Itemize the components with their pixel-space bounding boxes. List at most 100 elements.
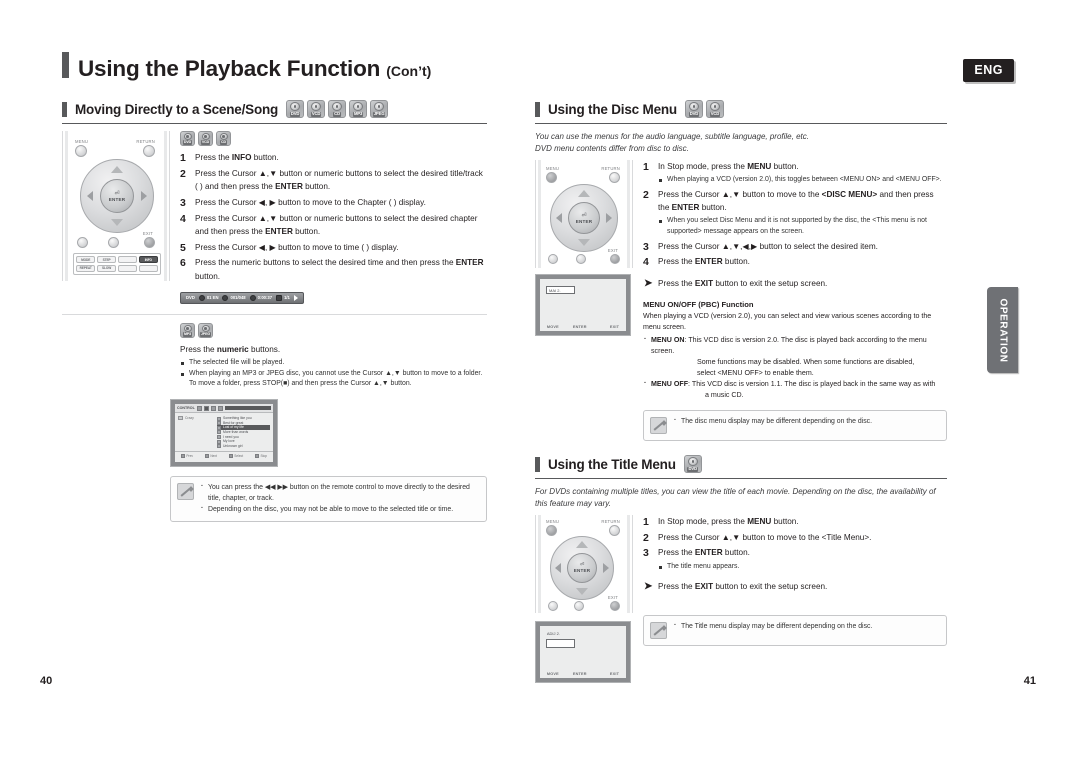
cursor-up-icon [578, 189, 590, 197]
mp3-track-list: Something like you Best for great Lost o… [216, 416, 270, 449]
cursor-down-icon [111, 219, 123, 226]
exit-button[interactable] [610, 253, 620, 264]
tip-item: Depending on the disc, you may not be ab… [201, 504, 478, 516]
section-rule [535, 123, 947, 124]
pbc-menu-off-line2: a music CD. [705, 391, 744, 400]
key-step[interactable]: STEP [96, 256, 117, 263]
footer-move: MOVE [546, 324, 559, 329]
numeric-buttons-instruction: Press the numeric buttons. [180, 345, 281, 355]
disc-icon-row: DVD VCD [684, 100, 724, 118]
aux-button-2[interactable] [576, 253, 586, 264]
dpad[interactable]: ⏎ ENTER [80, 159, 154, 233]
dpad[interactable]: ⏎ ENTER [550, 183, 618, 252]
dvd-icon: DVD [683, 455, 702, 474]
osd-info-bar: DVD 01 EN 001/048 0:00:37 1/1 [180, 291, 304, 304]
cursor-down-icon [578, 238, 590, 246]
bullet-item: When playing an MP3 or JPEG disc, you ca… [180, 369, 487, 390]
vcd-icon: VCD [705, 100, 724, 118]
key-repeat[interactable]: REPEAT [76, 264, 96, 272]
screen-footer: MOVE ENTER EXIT [540, 672, 626, 676]
mp3-folder-label: Crazy [185, 416, 194, 421]
pbc-menu-on: MENU ON: This VCD disc is version 2.0. T… [643, 334, 947, 356]
disc-menu-tip-box: The disc menu display may be different d… [643, 410, 947, 442]
step-item: 2 Press the Cursor ▲,▼ button to move to… [643, 531, 872, 544]
step-item: 3 Press the Cursor ◀, ▶ button to move t… [180, 196, 426, 209]
remote-return-label: RETURN [601, 518, 620, 524]
menu-button[interactable] [75, 145, 87, 157]
mp3-screen-footer: Prev Next Select Stop [175, 451, 273, 459]
key-info[interactable]: INFO [138, 256, 158, 263]
return-button[interactable] [143, 145, 155, 157]
osd-title: 01 EN [198, 294, 218, 301]
enter-button[interactable]: ⏎ ENTER [100, 179, 134, 213]
remote-illustration-left: MENU RETURN ⏎ ENTER EXIT MODE STEP INFO … [62, 131, 170, 281]
footer-enter: ENTER [572, 324, 587, 329]
mp3-playlist-screenshot: CONTROL Crazy Something like you Best fo… [170, 399, 278, 468]
aux-button-2[interactable] [108, 237, 119, 248]
footer-prev: Prev [180, 453, 193, 458]
pbc-title: MENU ON/OFF (PBC) Function [643, 299, 754, 309]
enter-button[interactable]: ⏎ ENTER [567, 552, 597, 583]
page-title: Using the Playback Function (Con’t) [62, 52, 431, 80]
step-item: 2 Press the Cursor ▲,▼ button to move to… [643, 188, 947, 237]
mp3-folder-pane: Crazy [178, 416, 213, 448]
language-badge: ENG [963, 59, 1014, 82]
osd-chapter: 001/048 [222, 294, 246, 301]
dpad[interactable]: ⏎ ENTER [550, 535, 614, 600]
aux-button-1[interactable] [548, 253, 558, 264]
left-tip-box: You can press the ◀◀ ▶▶ button on the re… [170, 476, 487, 523]
main-title-suffix: (Con’t) [386, 62, 432, 79]
remote-menu-label: MENU [546, 518, 560, 524]
remote-menu-label: MENU [75, 139, 89, 144]
cd-icon: CD [216, 131, 231, 146]
dvd-icon: DVD [286, 100, 305, 118]
section-rule [535, 478, 947, 480]
exit-button[interactable] [610, 600, 620, 611]
cursor-right-icon [603, 562, 609, 573]
return-button[interactable] [609, 171, 620, 183]
scene-song-steps: 1 Press the INFO button. 2 Press the Cur… [180, 151, 487, 283]
jpeg-icon: JPEG [370, 100, 389, 118]
return-button[interactable] [609, 524, 620, 536]
section-rule [62, 123, 487, 124]
step-item: 2 Press the Cursor ▲,▼ button or numeric… [180, 167, 483, 192]
aux-button-1[interactable] [77, 237, 88, 248]
remote-exit-label: EXIT [607, 594, 618, 600]
pbc-intro: When playing a VCD (version 2.0), you ca… [643, 311, 932, 331]
aux-button-2[interactable] [574, 600, 584, 611]
cursor-left-icon [555, 562, 561, 573]
menu-button[interactable] [546, 524, 557, 536]
tip-item: You can press the ◀◀ ▶▶ button on the re… [201, 482, 478, 504]
bullet-item: When playing a VCD (version 2.0), this t… [658, 175, 947, 185]
step-item: 1 In Stop mode, press the MENU button. W… [643, 160, 947, 186]
title-menu-intro: For DVDs containing multiple titles, you… [535, 487, 936, 509]
disc-icon-row: DVD VCD CD MP3 JPEG [286, 100, 389, 118]
enter-button[interactable]: ⏎ ENTER [568, 201, 600, 234]
exit-button[interactable] [144, 237, 155, 248]
menu-highlight-item: MAI 2. [546, 286, 576, 295]
section-accent-bar [62, 101, 67, 117]
cursor-left-icon [87, 191, 93, 201]
menu-button[interactable] [546, 171, 557, 183]
remote-keypad[interactable]: MODE STEP INFO REPEAT SLOW [73, 253, 161, 275]
remote-return-label: RETURN [601, 165, 620, 171]
key-blank-1[interactable] [117, 256, 138, 263]
aux-button-1[interactable] [548, 600, 558, 611]
key-blank-2[interactable] [117, 264, 138, 272]
section-title: Using the Disc Menu [548, 101, 677, 117]
key-mode[interactable]: MODE [76, 256, 96, 263]
arrow-icon: ➤ [644, 581, 653, 592]
screen-footer: MOVE ENTER EXIT [540, 325, 626, 329]
section-title: Moving Directly to a Scene/Song [75, 101, 279, 117]
mp3-header-tag: CONTROL [177, 406, 195, 411]
key-slow[interactable]: SLOW [96, 264, 117, 272]
step-item: 6 Press the numeric buttons to select th… [180, 257, 484, 281]
bullet-item: When you select Disc Menu and it is not … [658, 216, 947, 237]
step-item: 4 Press the Cursor ▲,▼ button or numeric… [180, 212, 478, 236]
disc-menu-screenshot: MAI 2. MOVE ENTER EXIT [535, 273, 631, 336]
track-row[interactable]: Unknown girl [216, 444, 270, 449]
cursor-right-icon [141, 191, 147, 201]
mp3-icon: MP3 [180, 323, 195, 339]
enter-label: ENTER [573, 568, 591, 574]
key-blank-3[interactable] [138, 264, 158, 272]
